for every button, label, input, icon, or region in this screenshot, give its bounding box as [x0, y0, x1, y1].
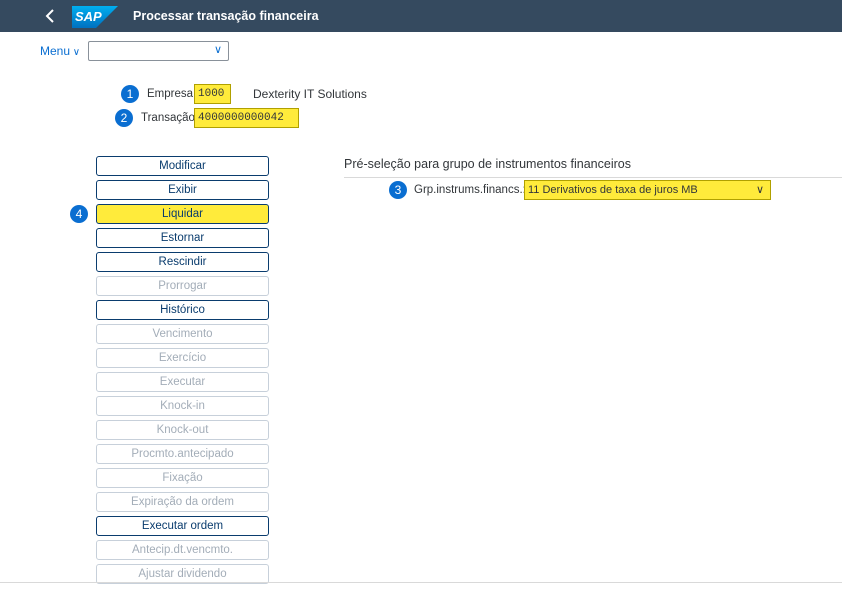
- grp-instrums-label: Grp.instrums.financs.:*: [414, 184, 530, 196]
- chevron-left-icon: [45, 9, 54, 23]
- transacao-input[interactable]: 4000000000042: [194, 108, 299, 128]
- menu-button[interactable]: Menu ∨: [40, 44, 80, 58]
- grp-instrums-value: 11 Derivativos de taxa de juros MB: [528, 184, 698, 196]
- chevron-down-icon: ∨: [70, 47, 81, 58]
- action-button-prorrogar: Prorrogar: [96, 276, 269, 296]
- preselection-title: Pré-seleção para grupo de instrumentos f…: [344, 157, 631, 171]
- step-badge-3: 3: [389, 181, 407, 199]
- action-button-ajustar-dividendo: Ajustar dividendo: [96, 564, 269, 584]
- grp-instrums-select[interactable]: 11 Derivativos de taxa de juros MB ∨: [524, 180, 771, 200]
- shell-bar: SAP Processar transação financeira: [0, 0, 842, 32]
- action-button-antecip-dt-vencmto: Antecip.dt.vencmto.: [96, 540, 269, 560]
- action-button-executar-ordem[interactable]: Executar ordem: [96, 516, 269, 536]
- action-button-procmto-antecipado: Procmto.antecipado: [96, 444, 269, 464]
- chevron-down-icon: ∨: [755, 184, 764, 196]
- back-button[interactable]: [40, 6, 60, 26]
- action-button-knock-in: Knock-in: [96, 396, 269, 416]
- grp-instrums-label-text: Grp.instrums.financs.:: [414, 184, 526, 196]
- action-button-exibir[interactable]: Exibir: [96, 180, 269, 200]
- action-button-vencimento: Vencimento: [96, 324, 269, 344]
- action-button-executar: Executar: [96, 372, 269, 392]
- action-button-liquidar[interactable]: Liquidar: [96, 204, 269, 224]
- chevron-down-icon: ∨: [213, 44, 222, 56]
- empresa-label: Empresa:: [147, 88, 197, 100]
- empresa-name: Dexterity IT Solutions: [253, 87, 367, 101]
- action-button-rescindir[interactable]: Rescindir: [96, 252, 269, 272]
- step-badge-2: 2: [115, 109, 133, 127]
- divider: [344, 177, 842, 178]
- transacao-label: Transação:: [141, 112, 199, 124]
- menu-label: Menu: [40, 44, 71, 58]
- action-button-fixa-o: Fixação: [96, 468, 269, 488]
- step-badge-4: 4: [70, 205, 88, 223]
- menu-dropdown[interactable]: ∨: [88, 41, 229, 61]
- action-button-modificar[interactable]: Modificar: [96, 156, 269, 176]
- action-button-estornar[interactable]: Estornar: [96, 228, 269, 248]
- empresa-input[interactable]: 1000: [194, 84, 231, 104]
- sap-logo-text: SAP: [75, 9, 102, 24]
- action-button-hist-rico[interactable]: Histórico: [96, 300, 269, 320]
- step-badge-1: 1: [121, 85, 139, 103]
- footer-divider: [0, 582, 842, 583]
- sap-logo[interactable]: SAP: [72, 6, 118, 28]
- action-button-expira-o-da-ordem: Expiração da ordem: [96, 492, 269, 512]
- page-title: Processar transação financeira: [133, 9, 319, 23]
- action-button-exerc-cio: Exercício: [96, 348, 269, 368]
- action-button-knock-out: Knock-out: [96, 420, 269, 440]
